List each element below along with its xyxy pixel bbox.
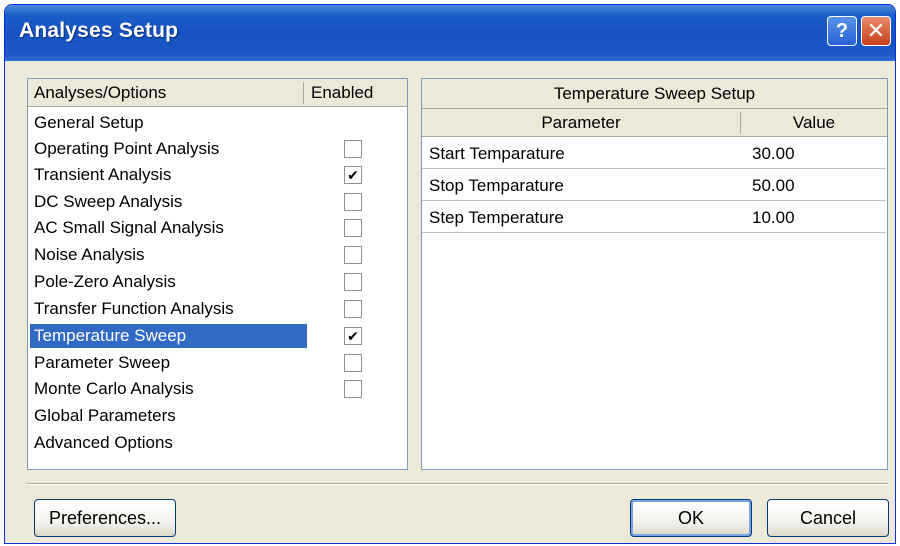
window-title: Analyses Setup [19, 19, 179, 42]
table-row[interactable]: Step Temperature 10.00 [422, 202, 886, 233]
checkmark-icon: ✔ [347, 167, 359, 183]
footer-divider [27, 483, 888, 485]
parameter-name: Stop Temparature [429, 176, 564, 195]
table-row[interactable]: Start Temparature 30.00 [422, 138, 886, 169]
preferences-button[interactable]: Preferences... [34, 499, 176, 537]
setup-panel-title: Temperature Sweep Setup [422, 79, 887, 109]
table-row[interactable]: Stop Temparature 50.00 [422, 170, 886, 201]
temperature-sweep-setup-panel: Temperature Sweep Setup Parameter Value … [421, 78, 888, 470]
checkmark-icon: ✔ [347, 328, 359, 344]
parameter-value[interactable]: 10.00 [752, 208, 795, 228]
enabled-checkbox-ac-small-signal[interactable] [344, 219, 362, 237]
list-item-global-parameters[interactable]: Global Parameters [30, 404, 307, 428]
header-enabled[interactable]: Enabled [311, 83, 373, 103]
list-item-operating-point-analysis[interactable]: Operating Point Analysis [30, 137, 307, 161]
analyses-setup-dialog: Analyses Setup ? ✕ Analyses/Options Enab… [4, 4, 896, 544]
list-item-dc-sweep-analysis[interactable]: DC Sweep Analysis [30, 190, 307, 214]
list-item-transfer-function-analysis[interactable]: Transfer Function Analysis [30, 297, 307, 321]
list-item-pole-zero-analysis[interactable]: Pole-Zero Analysis [30, 270, 307, 294]
cancel-button[interactable]: Cancel [767, 499, 889, 537]
header-value[interactable]: Value [741, 113, 887, 133]
enabled-checkbox-operating-point[interactable] [344, 140, 362, 158]
enabled-checkbox-pole-zero[interactable] [344, 273, 362, 291]
close-button[interactable]: ✕ [861, 16, 891, 46]
title-bar[interactable]: Analyses Setup ? ✕ [5, 5, 895, 61]
enabled-checkbox-dc-sweep[interactable] [344, 193, 362, 211]
enabled-checkbox-parameter-sweep[interactable] [344, 354, 362, 372]
help-icon: ? [835, 19, 849, 42]
enabled-checkbox-temperature-sweep[interactable]: ✔ [344, 327, 362, 345]
list-item-general-setup[interactable]: General Setup [30, 111, 307, 135]
header-separator [303, 82, 304, 104]
list-header: Analyses/Options Enabled [28, 79, 407, 107]
list-item-monte-carlo-analysis[interactable]: Monte Carlo Analysis [30, 377, 307, 401]
header-analyses-options[interactable]: Analyses/Options [34, 83, 166, 103]
list-item-temperature-sweep[interactable]: Temperature Sweep [30, 324, 307, 348]
ok-button[interactable]: OK [630, 499, 752, 537]
parameter-table-header: Parameter Value [422, 109, 887, 137]
header-parameter[interactable]: Parameter [422, 113, 740, 133]
enabled-checkbox-monte-carlo[interactable] [344, 380, 362, 398]
list-item-advanced-options[interactable]: Advanced Options [30, 431, 307, 455]
list-item-noise-analysis[interactable]: Noise Analysis [30, 243, 307, 267]
analyses-options-list: Analyses/Options Enabled General Setup O… [27, 78, 408, 470]
help-button[interactable]: ? [827, 16, 857, 46]
enabled-checkbox-transfer-function[interactable] [344, 300, 362, 318]
list-item-parameter-sweep[interactable]: Parameter Sweep [30, 351, 307, 375]
close-icon: ✕ [866, 18, 886, 43]
enabled-checkbox-transient[interactable]: ✔ [344, 166, 362, 184]
list-item-ac-small-signal-analysis[interactable]: AC Small Signal Analysis [30, 216, 307, 240]
parameter-value[interactable]: 50.00 [752, 176, 795, 196]
parameter-name: Start Temparature [429, 144, 565, 163]
parameter-value[interactable]: 30.00 [752, 144, 795, 164]
list-item-transient-analysis[interactable]: Transient Analysis [30, 163, 307, 187]
enabled-checkbox-noise[interactable] [344, 246, 362, 264]
parameter-name: Step Temperature [429, 208, 564, 227]
